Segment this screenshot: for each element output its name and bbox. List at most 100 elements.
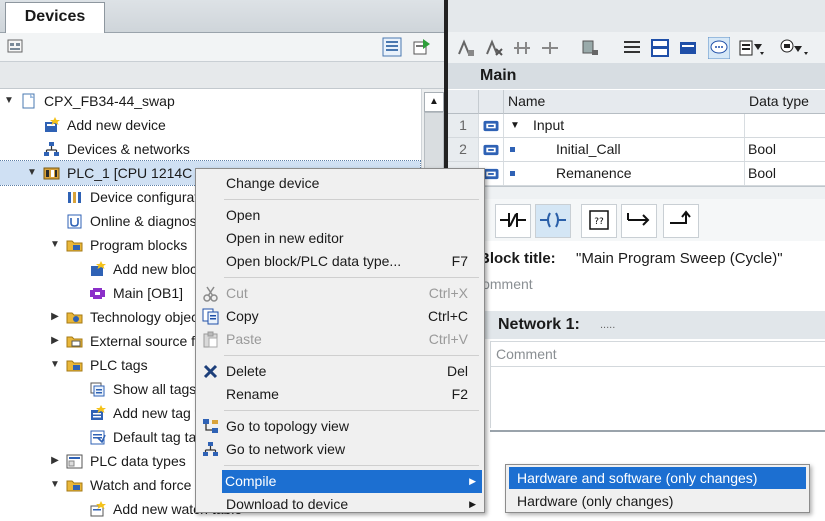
export-icon[interactable] (412, 37, 432, 57)
open-branch-button[interactable] (621, 204, 657, 238)
expand-arrow-icon[interactable]: ▼ (510, 114, 520, 137)
interface-name: Input (533, 117, 565, 133)
interface-datatype-cell[interactable]: Bool (745, 138, 825, 161)
interface-row[interactable]: 1 ▼ Input (448, 114, 825, 138)
submenu-item[interactable]: Hardware (only changes) (509, 490, 806, 512)
collapsed-arrow-icon[interactable]: ▶ (49, 449, 61, 473)
download-block-icon[interactable] (738, 38, 768, 58)
menu-item-label: Download to device (226, 496, 349, 512)
delete-icon (203, 364, 218, 379)
expand-arrow-icon[interactable]: ▼ (49, 233, 61, 257)
monitor-icon[interactable] (580, 38, 600, 58)
delete-network-icon[interactable] (484, 38, 504, 58)
datatype-column-header[interactable]: Data type (745, 90, 825, 114)
block-title-value[interactable]: "Main Program Sweep (Cycle)" (576, 245, 783, 273)
collapsed-arrow-icon[interactable]: ▶ (49, 329, 61, 353)
tree-item-label: CPX_FB34-44_swap (44, 93, 175, 109)
open-branch-icon[interactable] (512, 38, 532, 58)
collapsed-arrow-icon[interactable]: ▶ (49, 305, 61, 329)
normally-closed-contact-button[interactable] (495, 204, 531, 238)
topology-icon (203, 419, 218, 433)
block-title-label: Block title: (479, 250, 556, 267)
overview-icon[interactable] (382, 37, 402, 57)
insert-network-icon[interactable] (456, 38, 476, 58)
menu-item-label: Open (226, 207, 261, 223)
tree-item[interactable]: Devices & networks (0, 137, 420, 161)
block-view-icon[interactable] (678, 38, 698, 58)
tree-item[interactable]: Add new device (0, 113, 420, 137)
tree-item[interactable]: ▼ CPX_FB34-44_swap (0, 89, 420, 113)
menu-item-change-device[interactable]: Change device (197, 172, 482, 195)
block-interface-table: Name Data type 1▼Input2Initial_CallBool3… (448, 90, 825, 186)
member-bullet-icon (510, 171, 515, 176)
coil-button[interactable] (535, 204, 571, 238)
main-block-name: Main (480, 67, 517, 84)
block-title-row[interactable]: Block title: "Main Program Sweep (Cycle)… (448, 245, 825, 273)
nc-contact-icon (500, 213, 526, 227)
menu-item-label: Open in new editor (226, 230, 344, 246)
expand-arrow-icon[interactable]: ▼ (26, 161, 38, 185)
expand-arrow-icon[interactable]: ▼ (3, 89, 15, 113)
branch-arrow-icon (627, 213, 650, 226)
interface-name: Remanence (556, 165, 632, 181)
menu-item-go-to-network-view[interactable]: Go to network view (197, 438, 482, 461)
menu-item-label: Rename (226, 386, 279, 402)
show-tags-icon (90, 382, 105, 397)
interface-name-cell[interactable]: Initial_Call (504, 138, 745, 161)
menu-item-copy[interactable]: Copy Ctrl+C (197, 305, 482, 328)
menu-item-open[interactable]: Open (197, 204, 482, 227)
menu-item-cut[interactable]: Cut Ctrl+X (197, 282, 482, 305)
menu-item-paste[interactable]: Paste Ctrl+V (197, 328, 482, 351)
menu-item-rename[interactable]: Rename F2 (197, 383, 482, 406)
menu-item-label: Go to topology view (226, 418, 349, 434)
submenu-item[interactable]: Hardware and software (only changes) (509, 467, 806, 489)
menu-item-open-in-new-editor[interactable]: Open in new editor (197, 227, 482, 250)
menu-item-open-block-plc-data-type[interactable]: Open block/PLC data type... F7 (197, 250, 482, 273)
network-ladder-area[interactable] (490, 366, 825, 428)
copy-icon (202, 308, 219, 325)
interface-icon-cell (479, 114, 504, 137)
interface-row[interactable]: 3RemanenceBool (448, 162, 825, 186)
name-column-header[interactable]: Name (504, 90, 749, 114)
network-icon (44, 142, 59, 156)
tag-table-icon (90, 430, 106, 445)
interface-icon-cell (479, 138, 504, 161)
technology-objects-icon (66, 312, 83, 324)
network-label: Network 1: (498, 316, 580, 333)
devices-toolbar (0, 33, 446, 62)
expand-arrow-icon[interactable]: ▼ (49, 353, 61, 377)
menu-item-compile[interactable]: Compile ▶ (222, 470, 482, 493)
menu-item-label: Cut (226, 285, 248, 301)
interface-datatype-cell[interactable] (745, 114, 825, 137)
network-comment[interactable]: Comment (490, 341, 825, 367)
list-view-icon[interactable] (622, 38, 642, 58)
interface-row[interactable]: 2 Initial_Call Bool (448, 138, 825, 162)
upload-block-icon[interactable] (778, 38, 812, 58)
interface-name-cell[interactable]: ▼ Input (504, 114, 745, 137)
table-view-icon[interactable] (650, 38, 670, 58)
block-comment[interactable]: Comment (448, 274, 825, 294)
devices-tab[interactable]: Devices (5, 2, 105, 33)
device-config-icon (68, 192, 81, 203)
interface-name-cell[interactable]: Remanence (504, 162, 745, 185)
menu-item-label: Change device (226, 175, 320, 191)
close-branch-button[interactable] (663, 204, 699, 238)
menu-item-go-to-topology-view[interactable]: Go to topology view (197, 415, 482, 438)
network-comment-text: Comment (496, 346, 557, 362)
menu-item-download-to-device[interactable]: Download to device ▶ (197, 493, 482, 516)
empty-box-button[interactable]: ?? (581, 204, 617, 238)
expand-arrow-icon[interactable]: ▼ (49, 473, 61, 497)
menu-item-shortcut: Del (446, 363, 468, 379)
menu-item-delete[interactable]: Delete Del (197, 360, 482, 383)
close-branch-icon[interactable] (540, 38, 560, 58)
interface-datatype-cell[interactable]: Bool (745, 162, 825, 185)
interface-icon (483, 120, 499, 132)
comment-icon[interactable] (708, 37, 730, 59)
interface-splitter[interactable] (448, 186, 825, 200)
network-1-header[interactable]: Network 1: ..... (448, 311, 825, 339)
add-block-icon (91, 261, 106, 276)
network-title-placeholder[interactable]: ..... (600, 311, 615, 339)
scroll-up-button[interactable]: ▲ (424, 92, 444, 112)
folder-icon (66, 240, 83, 252)
project-view-icon[interactable] (6, 37, 26, 57)
